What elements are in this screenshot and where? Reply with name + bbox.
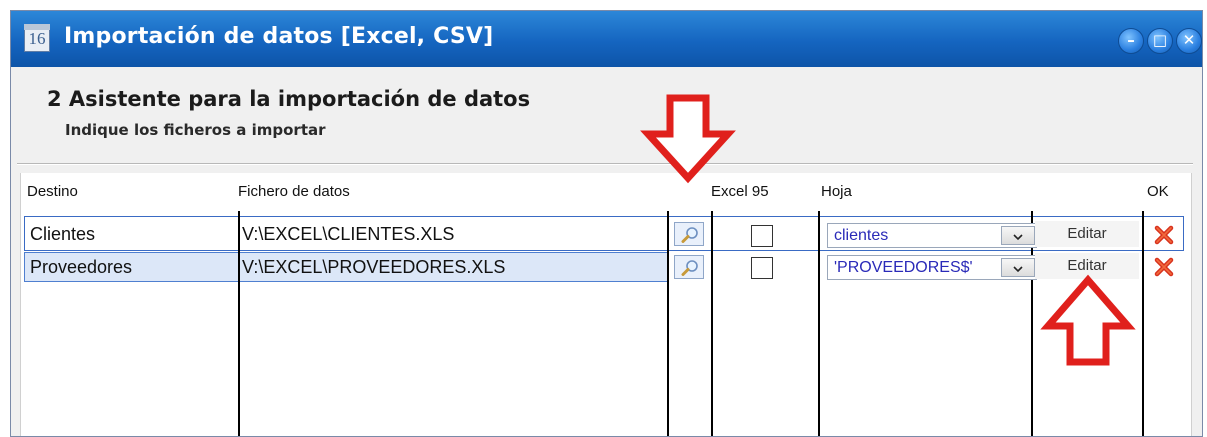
column-header-hoja[interactable]: Hoja: [821, 173, 852, 211]
column-header-fichero[interactable]: Fichero de datos: [238, 173, 350, 211]
sheet-select[interactable]: 'PROVEEDORES$': [827, 255, 1037, 280]
column-divider: [818, 211, 820, 436]
sheet-select-value: 'PROVEEDORES$': [834, 259, 973, 276]
chevron-down-icon[interactable]: [1001, 258, 1035, 277]
files-table: Destino Fichero de datos Excel 95 Hoja O…: [20, 173, 1192, 436]
sheet-select[interactable]: clientes: [827, 223, 1037, 248]
close-button[interactable]: ✕: [1176, 28, 1202, 54]
window-title: Importación de datos [Excel, CSV]: [64, 24, 494, 49]
column-divider: [1142, 211, 1144, 436]
delete-icon[interactable]: [1154, 257, 1174, 277]
search-icon: [681, 260, 698, 276]
minimize-button[interactable]: –: [1118, 28, 1144, 54]
wizard-title: 2 Asistente para la importación de datos: [47, 87, 531, 111]
excel95-checkbox[interactable]: [751, 225, 773, 247]
sheet-select-value: clientes: [834, 227, 889, 244]
row-border: [1183, 217, 1184, 251]
annotation-arrow-down-icon: [640, 94, 736, 184]
row-border: [24, 250, 1184, 251]
row-border: [24, 217, 25, 251]
browse-file-button[interactable]: [674, 222, 704, 246]
column-divider: [667, 211, 669, 436]
cell-fichero[interactable]: V:\EXCEL\PROVEEDORES.XLS: [242, 252, 662, 282]
title-bar[interactable]: 16 Importación de datos [Excel, CSV] – □…: [11, 11, 1202, 67]
chevron-down-icon[interactable]: [1001, 226, 1035, 245]
wizard-subtitle: Indique los ficheros a importar: [65, 121, 326, 139]
row-border: [24, 216, 1184, 217]
calendar-16-icon: 16: [24, 24, 50, 52]
cell-destino[interactable]: Proveedores: [30, 252, 235, 282]
excel95-checkbox[interactable]: [751, 257, 773, 279]
annotation-arrow-up-icon: [1040, 274, 1136, 366]
import-window: 16 Importación de datos [Excel, CSV] – □…: [10, 10, 1203, 437]
maximize-button[interactable]: □: [1147, 28, 1173, 54]
column-divider: [238, 211, 240, 436]
cell-destino[interactable]: Clientes: [30, 219, 235, 249]
delete-icon[interactable]: [1154, 225, 1174, 245]
cell-fichero[interactable]: V:\EXCEL\CLIENTES.XLS: [242, 219, 662, 249]
column-header-ok[interactable]: OK: [1147, 173, 1169, 211]
browse-file-button[interactable]: [674, 255, 704, 279]
edit-button[interactable]: Editar: [1035, 221, 1139, 247]
search-icon: [681, 227, 698, 243]
column-header-destino[interactable]: Destino: [27, 173, 78, 211]
column-divider: [711, 211, 713, 436]
separator: [17, 163, 1193, 165]
